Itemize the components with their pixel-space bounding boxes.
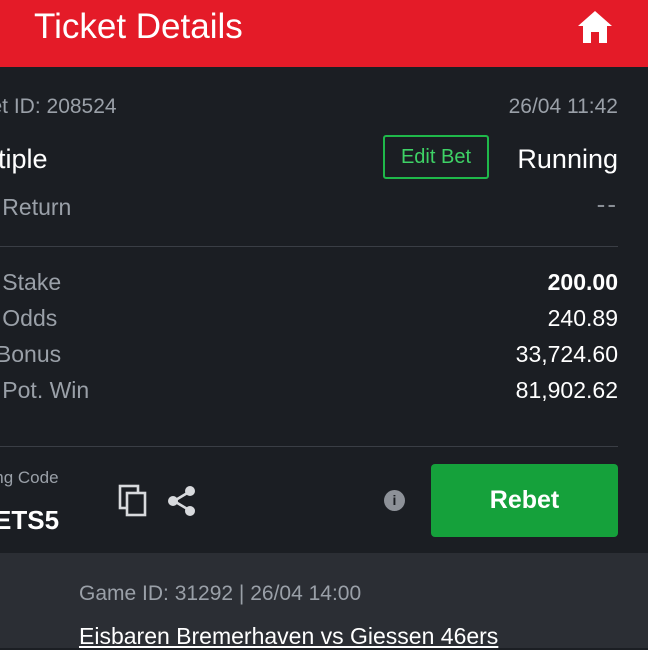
app-header: Ticket Details <box>0 0 648 67</box>
copy-icon[interactable] <box>118 484 148 518</box>
summary-value-bonus: 33,724.60 <box>515 341 618 367</box>
total-return-value: -- <box>596 189 618 219</box>
summary-value-stake: 200.00 <box>547 269 618 295</box>
ticket-id: ket ID: 208524 <box>0 95 117 118</box>
summary-label-odds: al Odds <box>0 305 58 331</box>
divider <box>0 246 618 247</box>
game-item: Game ID: 31292 | 26/04 14:00 Eisbaren Br… <box>0 553 648 650</box>
divider <box>0 446 618 447</box>
summary-label-pot-win: al Pot. Win <box>0 377 90 403</box>
status-label: Running <box>517 144 618 174</box>
bet-type: ltiple <box>0 144 48 174</box>
game-meta: Game ID: 31292 | 26/04 14:00 <box>79 582 362 605</box>
booking-code: ETS5 <box>0 505 60 535</box>
edit-bet-button[interactable]: Edit Bet <box>383 135 489 179</box>
summary-label-bonus: x Bonus <box>0 341 62 367</box>
summary-value-odds: 240.89 <box>547 305 618 331</box>
summary-value-pot-win: 81,902.62 <box>515 377 618 403</box>
share-icon[interactable] <box>166 485 198 517</box>
ticket-datetime: 26/04 11:42 <box>508 95 618 118</box>
info-icon[interactable]: i <box>384 490 405 511</box>
ticket-card: ket ID: 208524 26/04 11:42 ltiple Edit B… <box>0 67 648 553</box>
rebet-button[interactable]: Rebet <box>431 464 618 537</box>
summary-label-stake: al Stake <box>0 269 62 295</box>
home-icon[interactable] <box>576 9 614 45</box>
page-title: Ticket Details <box>34 7 243 46</box>
booking-code-label: king Code <box>0 468 59 487</box>
total-return-label: al Return <box>0 194 72 220</box>
game-title-link[interactable]: Eisbaren Bremerhaven vs Giessen 46ers <box>79 622 498 650</box>
